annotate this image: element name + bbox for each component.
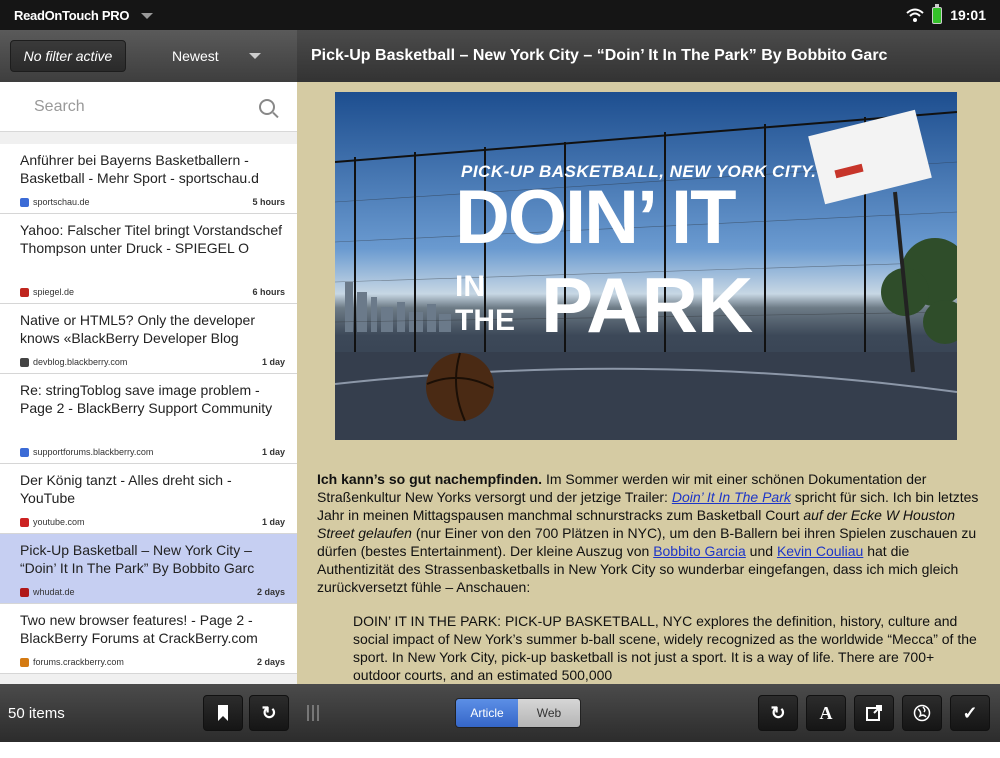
view-toggle: Article Web: [455, 698, 581, 728]
article-list-pane: No filter active Newest Search Anführer …: [0, 30, 297, 742]
status-bar: ReadOnTouch PRO 19:01: [0, 0, 1000, 30]
tab-article[interactable]: Article: [456, 699, 518, 727]
item-title: Der König tanzt - Alles dreht sich - You…: [20, 472, 232, 506]
hero-image: PICK-UP BASKETBALL, NEW YORK CITY. DOIN’…: [335, 92, 957, 440]
filter-bar: No filter active Newest: [0, 30, 297, 82]
mark-read-button[interactable]: [203, 695, 243, 731]
item-source: spiegel.de: [33, 287, 75, 297]
favicon-icon: [20, 587, 29, 597]
item-source: forums.crackberry.com: [33, 657, 124, 667]
battery-icon: [932, 3, 943, 24]
sort-label: Newest: [172, 48, 219, 64]
refresh-icon: ↻: [261, 702, 277, 723]
favicon-icon: [20, 357, 29, 367]
search-input[interactable]: Search: [34, 98, 259, 116]
list-toolbar: 50 items ↻: [0, 684, 297, 742]
item-time: 6 hours: [252, 287, 285, 297]
font-size-icon: A: [819, 702, 833, 723]
kevin-link[interactable]: Kevin Couliau: [777, 543, 863, 559]
chevron-down-icon: [248, 53, 261, 59]
item-time: 1 day: [261, 447, 285, 457]
status-indicators: 19:01: [906, 3, 986, 24]
hero-small-text: IN THE: [455, 270, 515, 337]
sort-dropdown[interactable]: Newest: [172, 48, 282, 64]
browser-button[interactable]: [902, 695, 942, 731]
paragraph-lead: Ich kann’s so gut nachempfinden.: [317, 471, 543, 487]
app-title[interactable]: ReadOnTouch PRO: [14, 8, 129, 23]
paragraph-text: und: [745, 543, 777, 559]
share-button[interactable]: [854, 695, 894, 731]
item-title: Yahoo: Falscher Titel bringt Vorstandsch…: [20, 222, 282, 256]
globe-icon: [913, 704, 931, 722]
bottom-margin: [0, 742, 1000, 758]
mark-done-button[interactable]: ✓: [950, 695, 990, 731]
article-title: Pick-Up Basketball – New York City – “Do…: [297, 30, 1000, 82]
item-time: 1 day: [261, 517, 285, 527]
trailer-link[interactable]: Doin’ It In The Park: [672, 489, 791, 505]
list-item[interactable]: Re: stringToblog save image problem - Pa…: [0, 374, 297, 464]
item-title: Pick-Up Basketball – New York City – “Do…: [20, 542, 255, 576]
favicon-icon: [20, 447, 29, 457]
refresh-icon: ↻: [770, 702, 786, 723]
list-item[interactable]: Two new browser features! - Page 2 - Bla…: [0, 604, 297, 674]
checkmark-icon: ✓: [962, 702, 978, 723]
favicon-icon: [20, 517, 29, 527]
article-toolbar: Article Web ↻ A ✓: [297, 684, 1000, 742]
list-item-selected[interactable]: Pick-Up Basketball – New York City – “Do…: [0, 534, 297, 604]
hero-title-park: PARK: [541, 261, 753, 349]
font-size-button[interactable]: A: [806, 695, 846, 731]
article-body: PICK-UP BASKETBALL, NEW YORK CITY. DOIN’…: [297, 82, 1000, 688]
bookmark-icon: [218, 705, 228, 721]
drag-handle-icon[interactable]: [307, 705, 319, 721]
filter-button[interactable]: No filter active: [10, 40, 126, 72]
item-time: 1 day: [261, 357, 285, 367]
reload-button[interactable]: ↻: [758, 695, 798, 731]
article-paragraph: Ich kann’s so gut nachempfinden. Im Somm…: [317, 470, 980, 596]
item-source: supportforums.blackberry.com: [33, 447, 154, 457]
bobbito-link[interactable]: Bobbito Garcia: [653, 543, 746, 559]
list-item[interactable]: Native or HTML5? Only the developer know…: [0, 304, 297, 374]
favicon-icon: [20, 657, 29, 667]
item-title: Two new browser features! - Page 2 - Bla…: [20, 612, 258, 646]
article-quote: DOIN’ IT IN THE PARK: PICK-UP BASKETBALL…: [353, 613, 977, 683]
list-item[interactable]: Yahoo: Falscher Titel bringt Vorstandsch…: [0, 214, 297, 304]
item-source: youtube.com: [33, 517, 85, 527]
tab-web[interactable]: Web: [518, 699, 580, 727]
favicon-icon: [20, 197, 29, 207]
item-time: 5 hours: [252, 197, 285, 207]
item-count: 50 items: [8, 704, 65, 722]
item-source: sportschau.de: [33, 197, 90, 207]
article-pane: Pick-Up Basketball – New York City – “Do…: [297, 30, 1000, 742]
item-title: Anführer bei Bayerns Basketballern - Bas…: [20, 152, 259, 186]
favicon-icon: [20, 287, 29, 297]
app-menu-arrow-icon[interactable]: [141, 13, 154, 19]
list-item[interactable]: Der König tanzt - Alles dreht sich - You…: [0, 464, 297, 534]
list-item[interactable]: Anführer bei Bayerns Basketballern - Bas…: [0, 144, 297, 214]
item-source: whudat.de: [33, 587, 75, 597]
item-source: devblog.blackberry.com: [33, 357, 128, 367]
article-actions: ↻ A ✓: [750, 695, 990, 731]
search-icon[interactable]: [259, 98, 275, 115]
item-time: 2 days: [256, 657, 285, 667]
refresh-list-button[interactable]: ↻: [249, 695, 289, 731]
share-icon: [866, 705, 882, 721]
item-title: Native or HTML5? Only the developer know…: [20, 312, 255, 346]
article-list: Anführer bei Bayerns Basketballern - Bas…: [0, 132, 297, 674]
search-box[interactable]: Search: [0, 82, 297, 132]
wifi-icon: [906, 8, 924, 22]
item-time: 2 days: [256, 587, 285, 597]
clock: 19:01: [950, 7, 986, 23]
hero-title: DOIN’ IT: [455, 175, 737, 260]
item-title: Re: stringToblog save image problem - Pa…: [20, 382, 273, 416]
